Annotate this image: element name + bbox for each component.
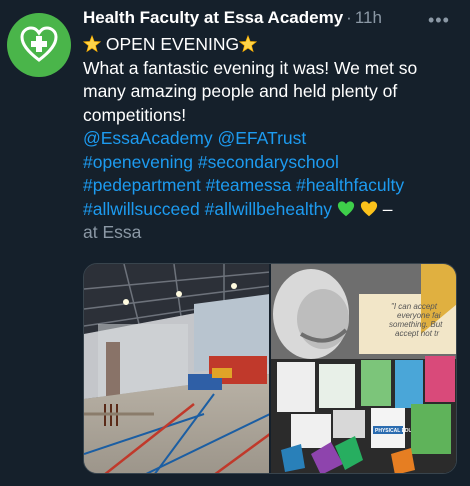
sports-hall-image xyxy=(84,264,269,473)
avatar[interactable] xyxy=(7,13,71,77)
separator-dot: · xyxy=(346,8,352,27)
green-heart-icon xyxy=(337,200,355,216)
media-gallery: "I can accept everyone fai something. Bu… xyxy=(83,263,457,474)
tweet-header: Health Faculty at Essa Academy · 11h xyxy=(83,8,463,32)
sports-hall-photo[interactable] xyxy=(84,264,269,473)
mention-link[interactable]: @EFATrust xyxy=(218,128,307,148)
location-text: at Essa xyxy=(83,222,142,242)
hashtag-link[interactable]: #secondaryschool xyxy=(198,152,339,172)
hashtags-line-2: #pedepartment #teamessa #healthfaculty xyxy=(83,174,463,198)
poster-quote-line: everyone fai xyxy=(397,311,441,320)
hashtag-link[interactable]: #pedepartment xyxy=(83,175,201,195)
tweet-text: OPEN EVENING What a fantastic evening it… xyxy=(83,33,463,245)
mentions-line: @EssaAcademy @EFATrust xyxy=(83,127,463,151)
glowing-star-icon xyxy=(239,35,258,53)
hashtag-link[interactable]: #allwillbehealthy xyxy=(205,199,332,219)
poster-quote-line: "I can accept xyxy=(391,302,438,311)
poster-quote-line: something. But xyxy=(389,320,443,329)
dash: – xyxy=(382,198,393,219)
yellow-heart-icon xyxy=(360,200,377,216)
tweet-line-2: What a fantastic evening it was! We met … xyxy=(83,57,418,78)
hashtag-link[interactable]: #openevening xyxy=(83,152,193,172)
more-options-icon[interactable]: ••• xyxy=(428,10,450,31)
mention-link[interactable]: @EssaAcademy xyxy=(83,128,213,148)
hashtags-line-3: #allwillsucceed #allwillbehealthy – xyxy=(83,198,463,222)
tweet-line-3: many amazing people and held plenty of xyxy=(83,81,398,101)
hashtag-link[interactable]: #teamessa xyxy=(206,175,292,195)
poster-quote-line: accept not tr xyxy=(395,329,439,338)
tweet-line-1: OPEN EVENING xyxy=(83,33,463,57)
display-table-photo[interactable]: "I can accept everyone fai something. Bu… xyxy=(271,264,456,473)
hashtags-line-1: #openevening #secondaryschool xyxy=(83,151,463,175)
author-name[interactable]: Health Faculty at Essa Academy xyxy=(83,8,343,28)
tweet-heading: OPEN EVENING xyxy=(105,34,240,54)
display-table-image: "I can accept everyone fai something. Bu… xyxy=(271,264,456,473)
hashtag-link[interactable]: #healthfaculty xyxy=(296,175,404,195)
glowing-star-icon xyxy=(83,35,101,53)
tweet-content: Health Faculty at Essa Academy · 11h •••… xyxy=(83,8,463,245)
tweet-article[interactable]: Health Faculty at Essa Academy · 11h •••… xyxy=(0,0,470,486)
tweet-line-4: competitions! xyxy=(83,104,187,125)
timestamp[interactable]: 11h xyxy=(355,8,382,28)
heart-cross-icon xyxy=(20,26,58,62)
hashtag-link[interactable]: #allwillsucceed xyxy=(83,199,200,219)
